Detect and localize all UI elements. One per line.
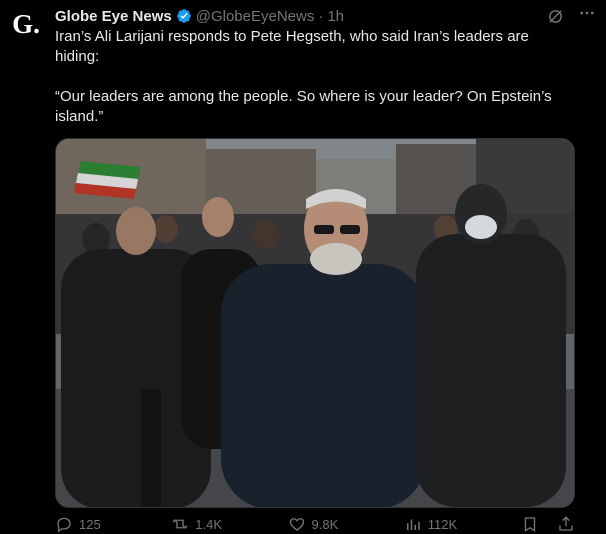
timestamp[interactable]: 1h — [327, 8, 344, 25]
reply-button[interactable]: 125 — [55, 515, 171, 533]
repost-button[interactable]: 1.4K — [171, 515, 287, 533]
more-icon[interactable] — [578, 4, 596, 22]
avatar-letter: G. — [12, 8, 40, 39]
tweet-actions: 125 1.4K 9.8K 112K — [55, 514, 575, 534]
separator-dot: · — [318, 7, 324, 25]
repost-count: 1.4K — [195, 516, 222, 532]
views-icon — [406, 519, 420, 530]
account-name[interactable]: Globe Eye News — [55, 8, 172, 25]
heart-icon — [289, 518, 304, 531]
tweet-photo[interactable] — [55, 138, 575, 508]
share-icon — [559, 516, 573, 531]
bookmark-icon — [524, 517, 536, 533]
share-button[interactable] — [557, 515, 575, 533]
reply-count: 125 — [79, 516, 101, 532]
avatar[interactable]: G. — [9, 7, 43, 41]
bookmark-button[interactable] — [521, 515, 539, 533]
account-handle[interactable]: @GlobeEyeNews — [196, 8, 315, 25]
tweet-text: Iran’s Ali Larijani responds to Pete Heg… — [55, 27, 575, 127]
repost-icon — [172, 519, 188, 529]
tweet-text-line2: “Our leaders are among the people. So wh… — [55, 88, 552, 125]
views-button[interactable]: 112K — [404, 515, 521, 533]
tweet-header: Globe Eye News @GlobeEyeNews · 1h — [55, 6, 596, 26]
view-count: 112K — [427, 516, 458, 532]
verified-badge-icon — [176, 9, 191, 23]
tweet-text-line1: Iran’s Ali Larijani responds to Pete Heg… — [55, 28, 529, 65]
like-count: 9.8K — [311, 516, 339, 532]
photo-illustration — [56, 139, 574, 507]
like-button[interactable]: 9.8K — [288, 515, 404, 533]
reply-icon — [57, 517, 71, 533]
grok-icon[interactable] — [546, 7, 564, 25]
